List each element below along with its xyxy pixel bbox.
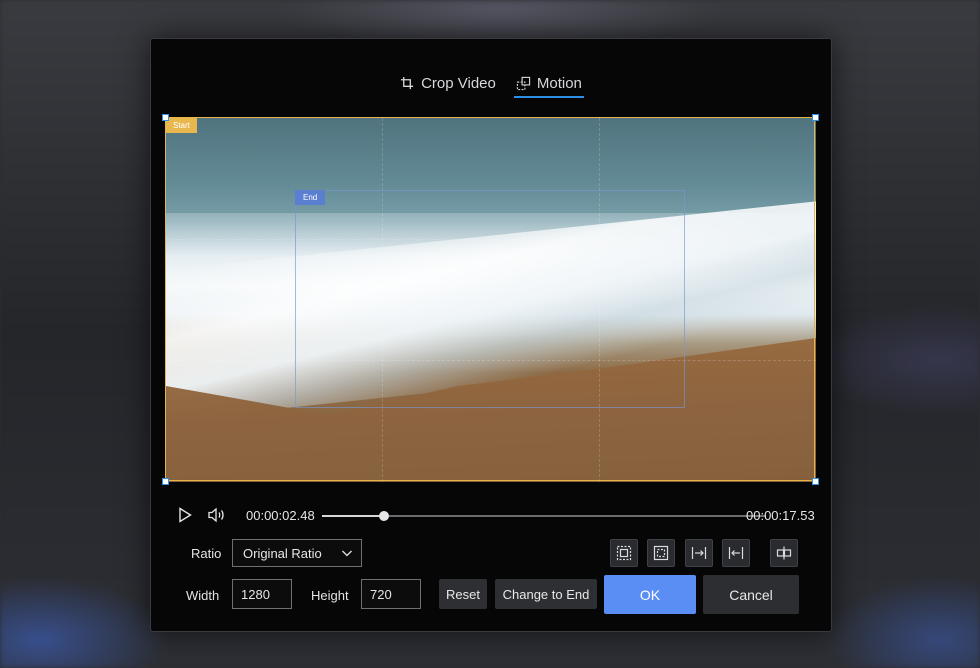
timeline-progress	[322, 515, 385, 517]
swap-button[interactable]	[770, 539, 798, 567]
volume-icon	[208, 507, 224, 523]
ok-button[interactable]: OK	[604, 575, 696, 614]
playback-bar: 00:00:02.48 00:00:17.53	[176, 505, 826, 527]
fill-frame-icon	[653, 545, 669, 561]
resize-handle-top-right[interactable]	[812, 114, 819, 121]
play-icon	[179, 507, 192, 523]
fit-crop-icon	[616, 545, 632, 561]
timeline-thumb[interactable]	[379, 511, 390, 521]
height-label: Height	[311, 588, 349, 603]
motion-icon	[516, 76, 531, 90]
ratio-select-value: Original Ratio	[243, 545, 322, 561]
volume-button[interactable]	[206, 505, 228, 525]
tab-bar: Crop Video Motion	[151, 69, 831, 99]
tab-crop-video[interactable]: Crop Video	[398, 69, 498, 97]
resize-handle-bottom-left[interactable]	[162, 478, 169, 485]
tab-crop-video-label: Crop Video	[421, 74, 496, 92]
tab-motion-label: Motion	[536, 74, 582, 92]
start-tag: Start	[166, 118, 197, 133]
align-left-icon	[728, 547, 744, 559]
total-time: 00:00:17.53	[746, 508, 815, 523]
align-left-button[interactable]	[722, 539, 750, 567]
resize-handle-bottom-right[interactable]	[812, 478, 819, 485]
play-button[interactable]	[176, 506, 194, 524]
ratio-label: Ratio	[191, 546, 222, 561]
width-label: Width	[186, 588, 220, 603]
cancel-button[interactable]: Cancel	[703, 575, 799, 614]
tab-motion[interactable]: Motion	[513, 69, 584, 98]
chevron-down-icon	[342, 550, 352, 557]
reset-button[interactable]: Reset	[439, 579, 487, 609]
current-time: 00:00:02.48	[246, 508, 315, 523]
ratio-select[interactable]: Original Ratio	[232, 539, 362, 567]
timeline-slider[interactable]	[322, 511, 766, 521]
resize-handle-top-left[interactable]	[162, 114, 169, 121]
height-field[interactable]	[361, 579, 421, 609]
fit-crop-button[interactable]	[610, 539, 638, 567]
end-tag: End	[295, 190, 326, 205]
crop-icon	[401, 76, 414, 89]
align-right-icon	[691, 547, 707, 559]
end-frame-box[interactable]	[295, 190, 685, 408]
align-right-button[interactable]	[685, 539, 713, 567]
fill-frame-button[interactable]	[647, 539, 675, 567]
width-field[interactable]	[232, 579, 292, 609]
swap-icon	[776, 546, 792, 560]
change-to-end-button[interactable]: Change to End	[495, 579, 597, 609]
